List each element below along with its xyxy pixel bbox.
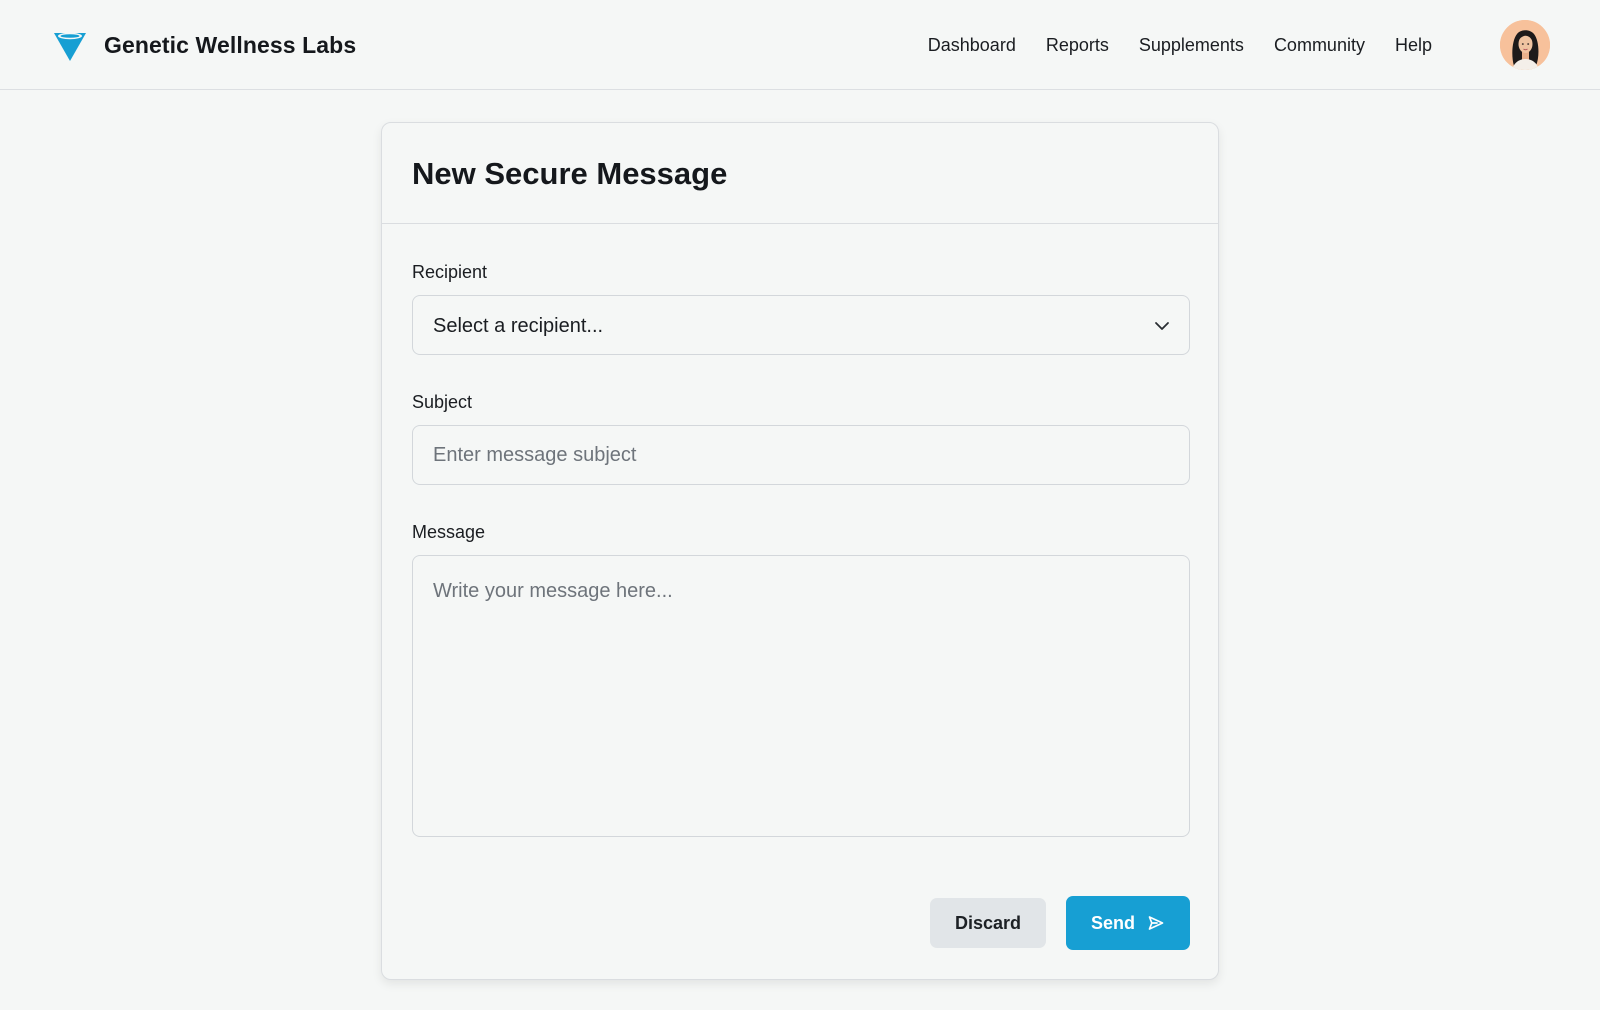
discard-button-label: Discard [954,912,1022,933]
compose-message-card: New Secure Message Recipient Select a re… [381,122,1219,980]
main-nav: Dashboard Reports Supplements Community … [928,34,1432,56]
brand[interactable]: Genetic Wellness Labs [52,26,356,64]
send-button-label: Send [1090,912,1135,933]
top-navigation-bar: Genetic Wellness Labs Dashboard Reports … [0,0,1600,90]
recipient-label: Recipient [412,262,488,282]
subject-label: Subject [412,392,473,412]
send-icon [1148,916,1164,930]
subject-input[interactable] [412,425,1190,485]
brand-name: Genetic Wellness Labs [104,31,357,58]
chevron-down-icon [1155,322,1169,330]
user-avatar-icon [1500,20,1550,70]
user-avatar[interactable] [1500,20,1550,70]
nav-link-dashboard[interactable]: Dashboard [928,34,1016,56]
send-button[interactable]: Send [1066,896,1190,950]
funnel-logo-icon [54,32,86,61]
recipient-select[interactable]: Select a recipient... [412,295,1190,355]
nav-link-help[interactable]: Help [1395,34,1432,56]
message-label: Message [412,522,486,542]
discard-button[interactable]: Discard [930,898,1046,948]
nav-link-supplements[interactable]: Supplements [1139,34,1244,56]
nav-link-reports[interactable]: Reports [1046,34,1109,56]
page-title: New Secure Message [412,156,728,191]
recipient-selected-value: Select a recipient... [433,315,604,337]
message-textarea[interactable] [412,555,1190,837]
card-header: New Secure Message [382,123,1218,224]
nav-link-community[interactable]: Community [1274,34,1365,56]
